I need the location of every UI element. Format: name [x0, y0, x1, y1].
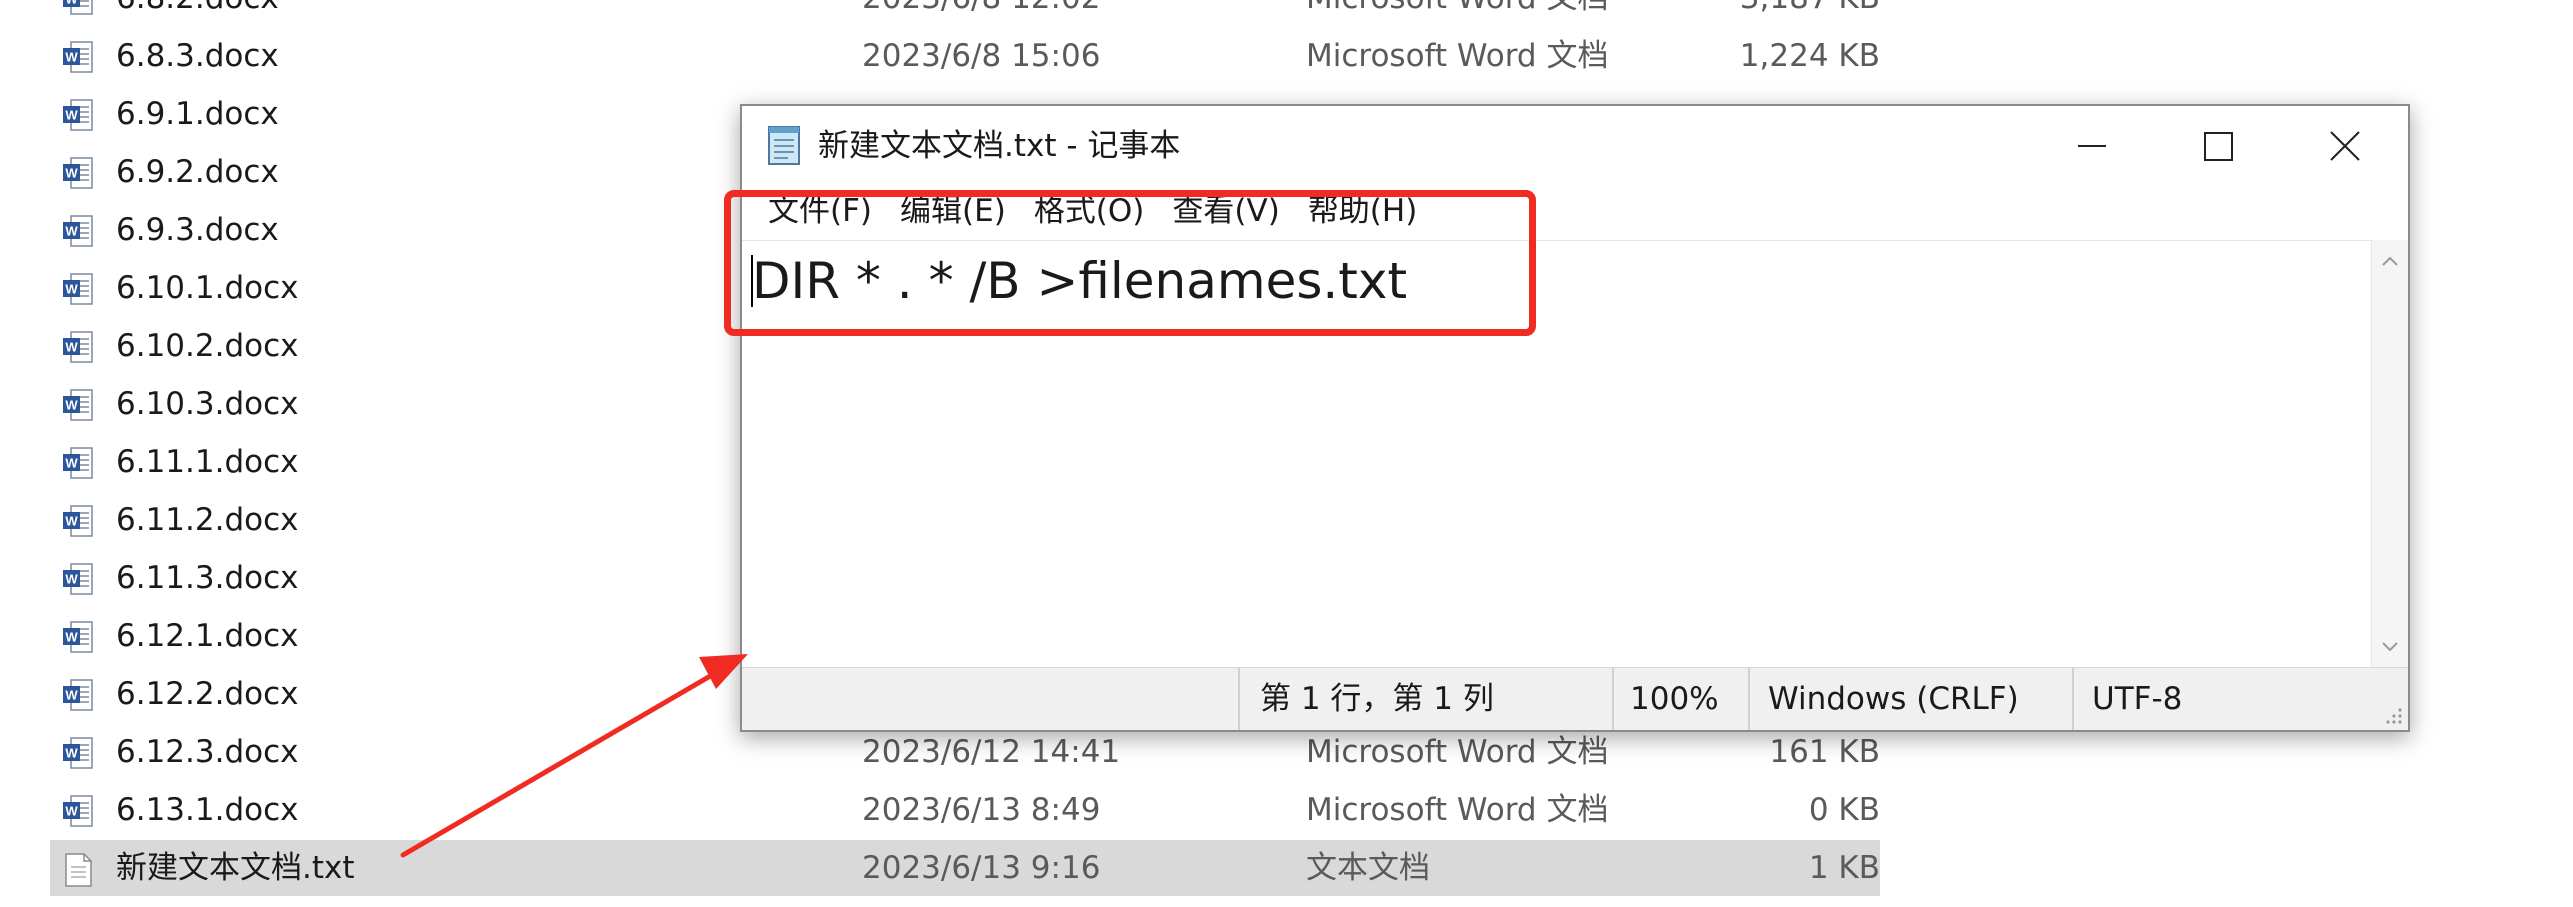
svg-text:W: W: [65, 398, 78, 413]
file-type: 文本文档: [1306, 850, 1430, 886]
file-modified-date: 2023/6/13 8:49: [862, 792, 1101, 828]
maximize-icon: [2204, 132, 2233, 161]
window-title: 新建文本文档.txt - 记事本: [818, 128, 1181, 164]
menu-bar: 文件(F) 编辑(E) 格式(O) 查看(V) 帮助(H): [754, 186, 1431, 236]
svg-text:W: W: [65, 514, 78, 529]
text-file-icon: [65, 853, 92, 887]
file-name: 6.13.1.docx: [116, 792, 299, 828]
close-icon: [2330, 131, 2360, 161]
svg-text:W: W: [65, 746, 78, 761]
screenshot-stage: W 6.8.2.docx 2023/6/8 12:02 Microsoft Word …: [0, 0, 2573, 907]
word-doc-icon: W: [63, 41, 93, 73]
word-doc-icon: W: [63, 0, 93, 15]
notepad-window: 新建文本文档.txt - 记事本 文件(F) 编辑(E) 格式(O) 查看(V)…: [740, 104, 2410, 732]
svg-text:W: W: [65, 224, 78, 239]
word-doc-icon: W: [63, 795, 93, 827]
svg-text:W: W: [65, 282, 78, 297]
chevron-down-icon[interactable]: [2378, 634, 2402, 658]
word-doc-icon: W: [63, 563, 93, 595]
title-bar[interactable]: 新建文本文档.txt - 记事本: [742, 106, 2408, 186]
chevron-up-icon[interactable]: [2378, 250, 2402, 274]
word-doc-icon: W: [63, 679, 93, 711]
status-encoding: UTF-8: [2072, 668, 2372, 730]
word-doc-icon: W: [63, 331, 93, 363]
menu-file[interactable]: 文件(F): [754, 186, 886, 236]
status-line-ending: Windows (CRLF): [1748, 668, 2072, 730]
notepad-icon: [768, 126, 800, 165]
file-name: 新建文本文档.txt: [116, 850, 355, 886]
minimize-icon: [2078, 145, 2106, 147]
maximize-button[interactable]: [2152, 106, 2282, 186]
status-cursor-position: 第 1 行，第 1 列: [1238, 668, 1612, 730]
vertical-scrollbar[interactable]: [2371, 240, 2408, 668]
svg-text:W: W: [65, 688, 78, 703]
file-name: 6.12.2.docx: [116, 676, 299, 712]
file-name: 6.8.2.docx: [116, 0, 279, 26]
svg-text:W: W: [65, 456, 78, 471]
file-modified-date: 2023/6/8 15:06: [862, 38, 1101, 74]
word-doc-icon: W: [63, 273, 93, 305]
file-row[interactable]: W 6.12.3.docx 2023/6/12 14:41 Microsoft Wor…: [50, 724, 1880, 780]
word-doc-icon: W: [63, 621, 93, 653]
file-modified-date: 2023/6/13 9:16: [862, 850, 1101, 886]
file-name: 6.9.1.docx: [116, 96, 279, 132]
menu-help[interactable]: 帮助(H): [1294, 186, 1432, 236]
svg-text:W: W: [65, 166, 78, 181]
word-doc-icon: W: [63, 447, 93, 479]
word-doc-icon: W: [63, 99, 93, 131]
svg-text:W: W: [65, 804, 78, 819]
file-type: Microsoft Word 文档: [1306, 38, 1609, 74]
file-type: Microsoft Word 文档: [1306, 734, 1609, 770]
file-name: 6.11.1.docx: [116, 444, 299, 480]
status-bar: 第 1 行，第 1 列 100% Windows (CRLF) UTF-8: [742, 667, 2408, 730]
file-name: 6.11.3.docx: [116, 560, 299, 596]
file-name: 6.9.3.docx: [116, 212, 279, 248]
file-name: 6.10.3.docx: [116, 386, 299, 422]
file-size: 1,224 KB: [1739, 38, 1880, 74]
word-doc-icon: W: [63, 505, 93, 537]
menu-format[interactable]: 格式(O): [1020, 186, 1159, 236]
close-button[interactable]: [2282, 106, 2410, 186]
file-type: Microsoft Word 文档: [1306, 0, 1608, 26]
file-name: 6.8.3.docx: [116, 38, 279, 74]
word-doc-icon: W: [63, 215, 93, 247]
file-row[interactable]: W 6.8.3.docx 2023/6/8 15:06 Microsoft Word …: [50, 28, 1880, 84]
file-size: 161 KB: [1769, 734, 1880, 770]
file-row[interactable]: W 6.8.2.docx 2023/6/8 12:02 Microsoft Word …: [50, 0, 1880, 26]
word-doc-icon: W: [63, 737, 93, 769]
file-name: 6.10.1.docx: [116, 270, 299, 306]
editor-content[interactable]: DIR * . * /B >filenames.txt: [752, 249, 1407, 313]
svg-text:W: W: [65, 50, 78, 65]
text-editor-area[interactable]: DIR * . * /B >filenames.txt: [742, 240, 2372, 669]
file-name: 6.12.3.docx: [116, 734, 299, 770]
file-name: 6.11.2.docx: [116, 502, 299, 538]
file-modified-date: 2023/6/8 12:02: [862, 0, 1100, 26]
menu-edit[interactable]: 编辑(E): [886, 186, 1020, 236]
file-size: 3,187 KB: [1630, 0, 1880, 26]
svg-text:W: W: [65, 572, 78, 587]
resize-grip-icon[interactable]: [2380, 702, 2404, 726]
file-type: Microsoft Word 文档: [1306, 792, 1609, 828]
file-size: 1 KB: [1808, 850, 1880, 886]
file-name: 6.12.1.docx: [116, 618, 299, 654]
file-name: 6.10.2.docx: [116, 328, 299, 364]
svg-text:W: W: [65, 0, 78, 7]
status-zoom: 100%: [1612, 668, 1748, 730]
menu-view[interactable]: 查看(V): [1158, 186, 1293, 236]
word-doc-icon: W: [63, 389, 93, 421]
svg-text:W: W: [65, 630, 78, 645]
text-caret: [751, 255, 753, 307]
file-modified-date: 2023/6/12 14:41: [862, 734, 1121, 770]
svg-text:W: W: [65, 340, 78, 355]
svg-text:W: W: [65, 108, 78, 123]
file-name: 6.9.2.docx: [116, 154, 279, 190]
file-row[interactable]: W 6.13.1.docx 2023/6/13 8:49 Microsoft Word…: [50, 782, 1880, 838]
minimize-button[interactable]: [2022, 106, 2152, 186]
file-row[interactable]: 新建文本文档.txt 2023/6/13 9:16 文本文档 1 KB: [50, 840, 1880, 896]
word-doc-icon: W: [63, 157, 93, 189]
file-size: 0 KB: [1808, 792, 1880, 828]
